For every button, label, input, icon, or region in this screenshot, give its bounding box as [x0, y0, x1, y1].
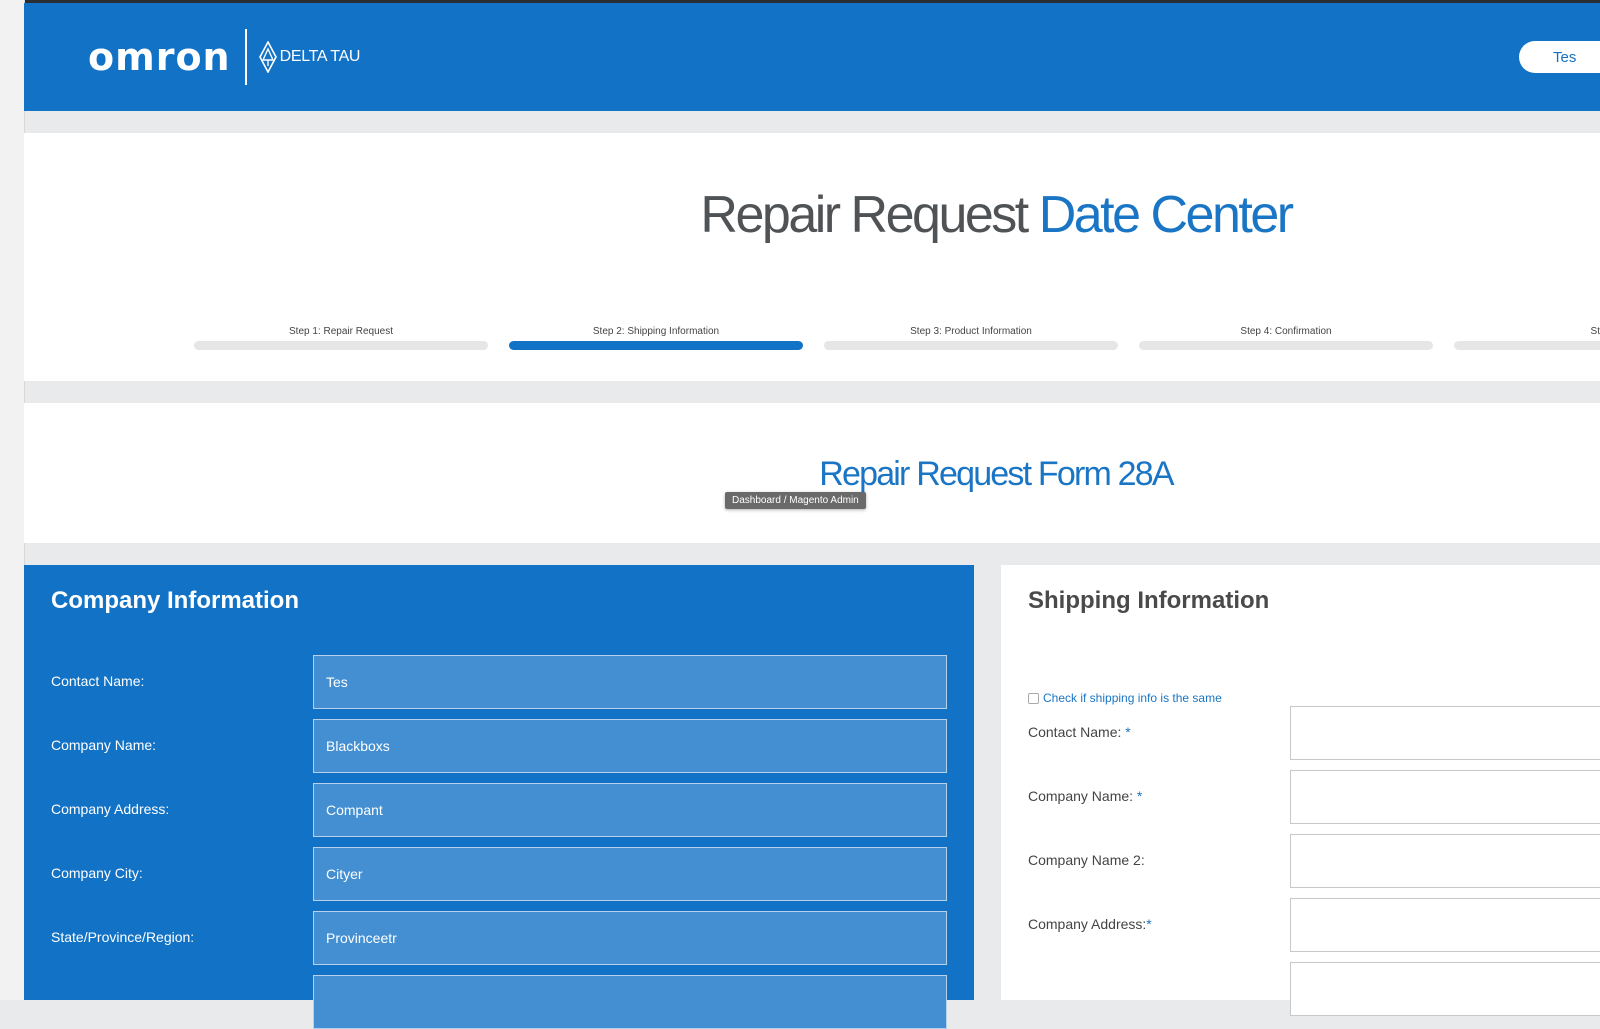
progress-steps: Step 1: Repair Request Step 2: Shipping … [24, 325, 1600, 355]
step-5[interactable]: St [1454, 325, 1600, 350]
company-state-row: State/Province/Region: [24, 911, 974, 965]
required-mark: * [1146, 916, 1152, 932]
company-next-row [24, 975, 974, 1029]
shipping-company-name-row: Company Name: * [1001, 770, 1600, 824]
form-title: Repair Request Form 28A [819, 455, 1174, 493]
shipping-contact-name-row: Contact Name: * [1001, 706, 1600, 760]
field-label: Company Name 2: [1028, 852, 1145, 868]
step-label: Step 4: Confirmation [1240, 326, 1332, 337]
field-label: Company Name: [51, 737, 157, 753]
field-label: Company Address: [51, 801, 170, 817]
step-label: Step 2: Shipping Information [592, 326, 720, 337]
step-label: St [1590, 326, 1600, 337]
shipping-next-row [1001, 962, 1600, 1016]
company-city-row: Company City: [24, 847, 974, 901]
user-name: Tes [1553, 48, 1577, 66]
shipping-contact-name-input[interactable] [1290, 706, 1600, 760]
shipping-next-input[interactable] [1290, 962, 1600, 1016]
company-contact-name-row: Contact Name: [24, 655, 974, 709]
step-progress-bar [1454, 341, 1600, 350]
field-label: Company City: [51, 865, 143, 881]
company-information-section: Company Information Contact Name: Compan… [24, 565, 974, 1029]
window-left-edge [0, 0, 25, 1000]
same-shipping-checkbox[interactable]: Check if shipping info is the same [1028, 691, 1222, 705]
delta-tau-diamond-icon [258, 41, 277, 73]
company-contact-name-input[interactable] [313, 655, 947, 709]
shipping-company-address-row: Company Address:* [1001, 898, 1600, 952]
page-title: Repair Request Date Center [24, 185, 1600, 245]
step-3[interactable]: Step 3: Product Information [824, 325, 1118, 350]
page-title-accent: Date Center [1038, 186, 1294, 244]
company-city-input[interactable] [313, 847, 947, 901]
step-label: Step 3: Product Information [910, 326, 1032, 337]
company-address-row: Company Address: [24, 783, 974, 837]
title-panel: Repair Request Date Center Step 1: Repai… [24, 133, 1600, 381]
logo-divider [244, 29, 247, 85]
step-2[interactable]: Step 2: Shipping Information [509, 325, 803, 350]
company-next-input[interactable] [313, 975, 947, 1029]
shipping-company-name-2-input[interactable] [1290, 834, 1600, 888]
required-mark: * [1121, 724, 1131, 740]
step-1[interactable]: Step 1: Repair Request [194, 325, 488, 350]
same-shipping-label: Check if shipping info is the same [1043, 691, 1222, 705]
shipping-company-name-input[interactable] [1290, 770, 1600, 824]
field-label: Company Name: * [1028, 788, 1143, 804]
shipping-company-name-2-row: Company Name 2: [1001, 834, 1600, 888]
omron-delta-tau-logo[interactable]: omron DELTA TAU [88, 27, 361, 87]
company-name-row: Company Name: [24, 719, 974, 773]
step-progress-bar [194, 341, 488, 350]
step-4[interactable]: Step 4: Confirmation [1139, 325, 1433, 350]
omron-wordmark: omron [88, 35, 231, 79]
step-progress-bar [509, 341, 803, 350]
delta-tau-mark: DELTA TAU [258, 41, 361, 73]
company-address-input[interactable] [313, 783, 947, 837]
delta-tau-text: DELTA TAU [279, 48, 361, 65]
page-title-main: Repair Request [700, 186, 1029, 244]
step-progress-bar [824, 341, 1118, 350]
field-label: Company Address:* [1028, 916, 1152, 932]
field-label: Contact Name: * [1028, 724, 1131, 740]
company-state-input[interactable] [313, 911, 947, 965]
site-header: omron DELTA TAU Tes › [24, 3, 1600, 111]
step-label: Step 1: Repair Request [289, 326, 393, 337]
shipping-information-heading: Shipping Information [1028, 587, 1270, 614]
tab-tooltip: Dashboard / Magento Admin [725, 492, 866, 509]
field-label: Contact Name: [51, 673, 145, 689]
user-menu-button[interactable]: Tes › [1519, 41, 1600, 73]
checkbox-icon[interactable] [1028, 692, 1039, 704]
shipping-information-section: Shipping Information Check if shipping i… [1001, 565, 1600, 1016]
step-progress-bar [1139, 341, 1433, 350]
company-information-heading: Company Information [51, 587, 300, 614]
company-name-input[interactable] [313, 719, 947, 773]
field-label: State/Province/Region: [51, 929, 195, 945]
form-title-panel: Repair Request Form 28A [24, 403, 1600, 543]
shipping-company-address-input[interactable] [1290, 898, 1600, 952]
required-mark: * [1133, 788, 1143, 804]
